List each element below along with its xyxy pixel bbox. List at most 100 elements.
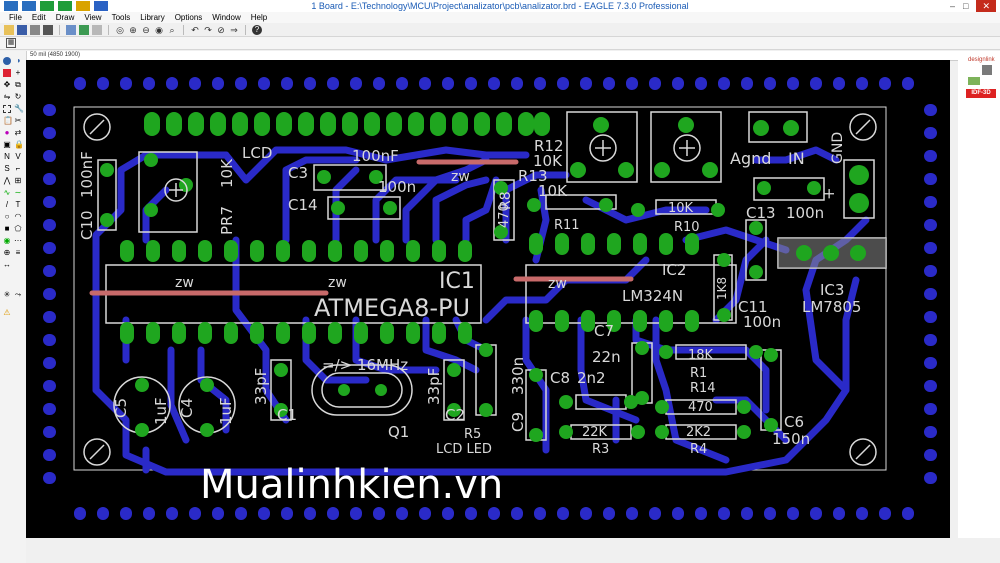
hole-icon[interactable]: ⊕: [3, 249, 11, 257]
idf-3d-button[interactable]: IDF-3D: [966, 89, 996, 98]
paste-icon[interactable]: 📋: [3, 117, 13, 125]
attribute-icon[interactable]: ≡: [14, 249, 22, 257]
go-icon[interactable]: ⇒: [229, 25, 239, 35]
pad: [432, 240, 446, 262]
signal-icon[interactable]: ⋯: [14, 237, 22, 245]
change-icon[interactable]: 🔧: [14, 105, 24, 113]
polygon-icon[interactable]: ⬠: [14, 225, 22, 233]
board-canvas[interactable]: LCD 100nF C3 100n C14 C10 100nF PR7 10K …: [26, 60, 950, 538]
menu-tools[interactable]: Tools: [107, 12, 136, 23]
frame-pad: [281, 77, 293, 90]
frame-pad: [488, 507, 500, 520]
open-icon[interactable]: [4, 24, 14, 35]
arc-icon[interactable]: ◠: [14, 213, 22, 221]
value-icon[interactable]: V: [14, 153, 22, 161]
copy-icon[interactable]: ⧉: [14, 81, 22, 89]
autorouter-icon[interactable]: ⤳: [14, 291, 22, 299]
split-icon[interactable]: ⋀: [3, 177, 11, 185]
label-lcd: LCD: [242, 144, 272, 162]
pad: [678, 117, 694, 133]
maximize-button[interactable]: □: [963, 0, 968, 12]
frame-pad: [672, 507, 684, 520]
lock-icon[interactable]: 🔒: [14, 141, 24, 149]
zoom-out-icon[interactable]: ⊖: [141, 25, 151, 35]
element14-icon[interactable]: [982, 65, 992, 75]
label-c2: C2: [445, 406, 465, 424]
pcb-icon[interactable]: [968, 77, 980, 85]
frame-pad: [373, 77, 385, 90]
undo-icon[interactable]: ↶: [190, 25, 200, 35]
print-icon[interactable]: [30, 24, 40, 35]
zoom-select-icon[interactable]: ⌕: [167, 25, 177, 35]
label-c13: C13: [746, 204, 776, 222]
zoom-redraw-icon[interactable]: ◉: [154, 25, 164, 35]
script-icon[interactable]: [92, 24, 102, 35]
info-icon[interactable]: [3, 57, 11, 65]
pad: [100, 213, 114, 227]
miter-icon[interactable]: ⌐: [14, 165, 22, 173]
pad: [144, 112, 160, 136]
wire-icon[interactable]: /: [3, 201, 11, 209]
name-icon[interactable]: N: [3, 153, 11, 161]
frame-pad: [741, 77, 753, 90]
cam-icon[interactable]: [43, 24, 53, 35]
text-icon[interactable]: T: [14, 201, 22, 209]
pinswap-icon[interactable]: ⇄: [14, 129, 22, 137]
pad: [711, 203, 725, 217]
pad: [198, 240, 212, 262]
rect-icon[interactable]: ■: [3, 225, 11, 233]
pad: [633, 310, 647, 332]
minimize-button[interactable]: –: [950, 0, 955, 12]
delete-icon[interactable]: ✂: [14, 117, 22, 125]
menu-help[interactable]: Help: [246, 12, 272, 23]
frame-pad: [419, 507, 431, 520]
dimension-icon[interactable]: ↔: [3, 261, 11, 269]
zoom-fit-icon[interactable]: ◎: [115, 25, 125, 35]
redo-icon[interactable]: ↷: [203, 25, 213, 35]
rotate-icon[interactable]: ↻: [14, 93, 22, 101]
menu-library[interactable]: Library: [135, 12, 169, 23]
frame-pad: [626, 77, 638, 90]
menu-view[interactable]: View: [79, 12, 106, 23]
display-icon[interactable]: [3, 69, 11, 77]
ripup-icon[interactable]: ∼: [14, 189, 22, 197]
route-icon[interactable]: ∿: [3, 189, 11, 197]
optimize-icon[interactable]: ⊞: [14, 177, 22, 185]
add-icon[interactable]: ●: [3, 129, 11, 137]
menu-edit[interactable]: Edit: [27, 12, 51, 23]
ratsnest-icon[interactable]: ✳: [3, 291, 11, 299]
group-icon[interactable]: [3, 105, 11, 113]
move-icon[interactable]: ✥: [3, 81, 11, 89]
smash-icon[interactable]: S: [3, 165, 11, 173]
label-c2-value: 33pF: [425, 368, 443, 405]
designlink-logo[interactable]: designlink: [968, 57, 995, 63]
schematic-icon[interactable]: [66, 24, 76, 35]
menu-draw[interactable]: Draw: [51, 12, 80, 23]
board-icon[interactable]: [79, 24, 89, 35]
frame-pad: [43, 449, 56, 461]
mirror-icon[interactable]: ⇋: [3, 93, 11, 101]
menu-window[interactable]: Window: [207, 12, 245, 23]
grid-icon[interactable]: ▦: [6, 38, 16, 48]
zoom-in-icon[interactable]: ⊕: [128, 25, 138, 35]
drc-warning-icon[interactable]: ⚠: [3, 309, 11, 317]
via-icon[interactable]: ◉: [3, 237, 11, 245]
label-ic3: IC3: [820, 281, 844, 299]
stop-icon[interactable]: ⊘: [216, 25, 226, 35]
pad: [607, 233, 621, 255]
circle-icon[interactable]: ○: [3, 213, 11, 221]
menu-file[interactable]: File: [4, 12, 27, 23]
mark-icon[interactable]: +: [14, 69, 22, 77]
replace-icon[interactable]: ▣: [3, 141, 11, 149]
frame-pad: [235, 507, 247, 520]
help-icon[interactable]: ?: [252, 24, 262, 35]
menu-options[interactable]: Options: [170, 12, 208, 23]
frame-pad: [649, 507, 661, 520]
show-icon[interactable]: ◑: [14, 57, 22, 65]
label-c6: C6: [784, 413, 804, 431]
frame-pad: [603, 77, 615, 90]
frame-pad: [580, 507, 592, 520]
close-button[interactable]: ✕: [976, 0, 996, 12]
save-icon[interactable]: [17, 24, 27, 35]
frame-pad: [442, 77, 454, 90]
